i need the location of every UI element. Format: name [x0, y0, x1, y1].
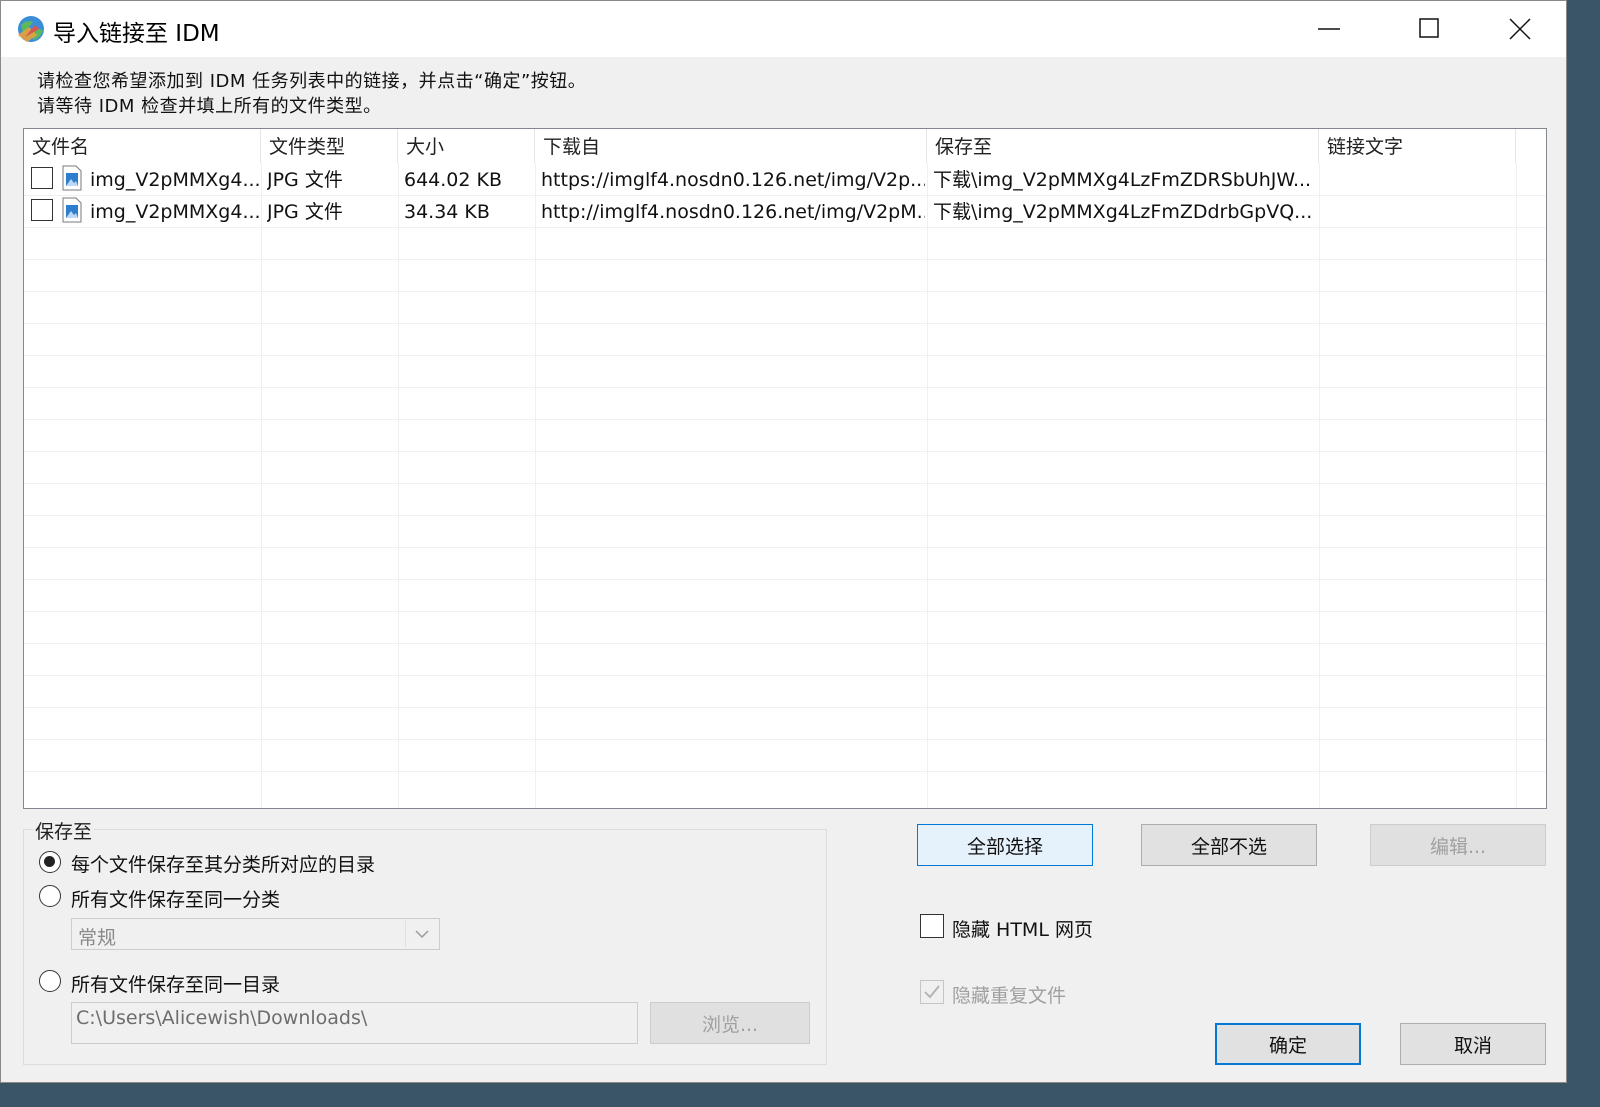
- idm-globe-icon: [18, 16, 44, 42]
- radio-save-by-category-label[interactable]: 每个文件保存至其分类所对应的目录: [71, 850, 375, 877]
- hide-html-label[interactable]: 隐藏 HTML 网页: [952, 915, 1093, 942]
- row-linktext: [1325, 196, 1513, 228]
- hide-duplicates-label[interactable]: 隐藏重复文件: [952, 981, 1066, 1008]
- category-select-value: 常规: [78, 927, 117, 949]
- select-none-button[interactable]: 全部不选: [1141, 824, 1317, 866]
- grid-line: [24, 739, 1546, 740]
- minimize-icon: [1318, 28, 1340, 30]
- radio-save-same-directory-label[interactable]: 所有文件保存至同一目录: [71, 970, 280, 997]
- minimize-button[interactable]: [1285, 1, 1375, 57]
- grid-line: [24, 547, 1546, 548]
- grid-line: [24, 707, 1546, 708]
- edit-button[interactable]: 编辑...: [1370, 824, 1546, 866]
- grid-line: [24, 355, 1546, 356]
- chevron-down-icon: [405, 921, 429, 947]
- links-list[interactable]: 文件名 文件类型 大小 下载自 保存至 链接文字 img_V2pMMXg4...…: [23, 128, 1547, 809]
- title-bar[interactable]: 导入链接至 IDM: [1, 1, 1566, 57]
- row-from: https://imglf4.nosdn0.126.net/img/V2p...: [541, 169, 925, 191]
- instruction-line-2: 请等待 IDM 检查并填上所有的文件类型。: [37, 96, 382, 117]
- cancel-button[interactable]: 取消: [1400, 1023, 1546, 1065]
- hide-duplicates-checkbox[interactable]: [920, 980, 944, 1004]
- grid-line: [24, 259, 1546, 260]
- window-title: 导入链接至 IDM: [53, 21, 220, 47]
- image-file-icon: [62, 197, 82, 223]
- directory-input-value: C:\Users\Alicewish\Downloads\: [76, 1007, 368, 1029]
- row-filetype: JPG 文件: [267, 201, 343, 223]
- grid-line: [24, 675, 1546, 676]
- import-links-dialog: 导入链接至 IDM 请检查您希望添加到 IDM 任务列表中的链接，并点击“确定”…: [0, 0, 1567, 1083]
- row-saveto: 下载\img_V2pMMXg4LzFmZDdrbGpVQ...: [933, 201, 1313, 223]
- grid-line: [24, 323, 1546, 324]
- grid-line: [24, 483, 1546, 484]
- category-select[interactable]: 常规: [71, 918, 440, 950]
- save-to-group-label: 保存至: [33, 817, 95, 844]
- grid-line: [24, 419, 1546, 420]
- row-size: 644.02 KB: [404, 169, 503, 191]
- close-icon: [1509, 18, 1531, 40]
- browse-button[interactable]: 浏览...: [650, 1002, 810, 1044]
- row-from: http://imglf4.nosdn0.126.net/img/V2pM...: [541, 201, 925, 223]
- row-checkbox[interactable]: [31, 199, 53, 221]
- radio-save-same-directory[interactable]: [39, 970, 61, 992]
- grid-line: [24, 387, 1546, 388]
- row-filetype: JPG 文件: [267, 169, 343, 191]
- close-button[interactable]: [1475, 1, 1565, 57]
- row-filename: img_V2pMMXg4...: [90, 201, 260, 223]
- maximize-icon: [1419, 18, 1439, 38]
- grid-line: [24, 451, 1546, 452]
- row-saveto: 下载\img_V2pMMXg4LzFmZDRSbUhJW...: [933, 169, 1312, 191]
- row-linktext: [1325, 164, 1513, 196]
- row-checkbox[interactable]: [31, 167, 53, 189]
- ok-button[interactable]: 确定: [1215, 1023, 1361, 1065]
- column-header-linktext[interactable]: 链接文字: [1319, 129, 1516, 163]
- grid-line: [24, 771, 1546, 772]
- radio-save-same-category[interactable]: [39, 885, 61, 907]
- radio-save-same-category-label[interactable]: 所有文件保存至同一分类: [71, 885, 280, 912]
- grid-line: [24, 579, 1546, 580]
- column-header-from[interactable]: 下载自: [535, 129, 927, 163]
- column-header-filetype[interactable]: 文件类型: [261, 129, 398, 163]
- grid-line: [24, 611, 1546, 612]
- row-filename: img_V2pMMXg4...: [90, 169, 260, 191]
- directory-input[interactable]: C:\Users\Alicewish\Downloads\: [71, 1002, 638, 1044]
- grid-line: [24, 515, 1546, 516]
- column-header-size[interactable]: 大小: [398, 129, 535, 163]
- maximize-button[interactable]: [1385, 1, 1475, 57]
- select-all-button[interactable]: 全部选择: [917, 824, 1093, 866]
- radio-save-by-category[interactable]: [39, 851, 61, 873]
- instruction-line-1: 请检查您希望添加到 IDM 任务列表中的链接，并点击“确定”按钮。: [37, 71, 587, 92]
- grid-line: [24, 643, 1546, 644]
- column-header-saveto[interactable]: 保存至: [927, 129, 1319, 163]
- hide-html-checkbox[interactable]: [920, 914, 944, 938]
- image-file-icon: [62, 165, 82, 191]
- row-size: 34.34 KB: [404, 201, 490, 223]
- column-header-filename[interactable]: 文件名: [24, 129, 261, 163]
- checkmark-icon: [924, 985, 940, 999]
- grid-line: [24, 291, 1546, 292]
